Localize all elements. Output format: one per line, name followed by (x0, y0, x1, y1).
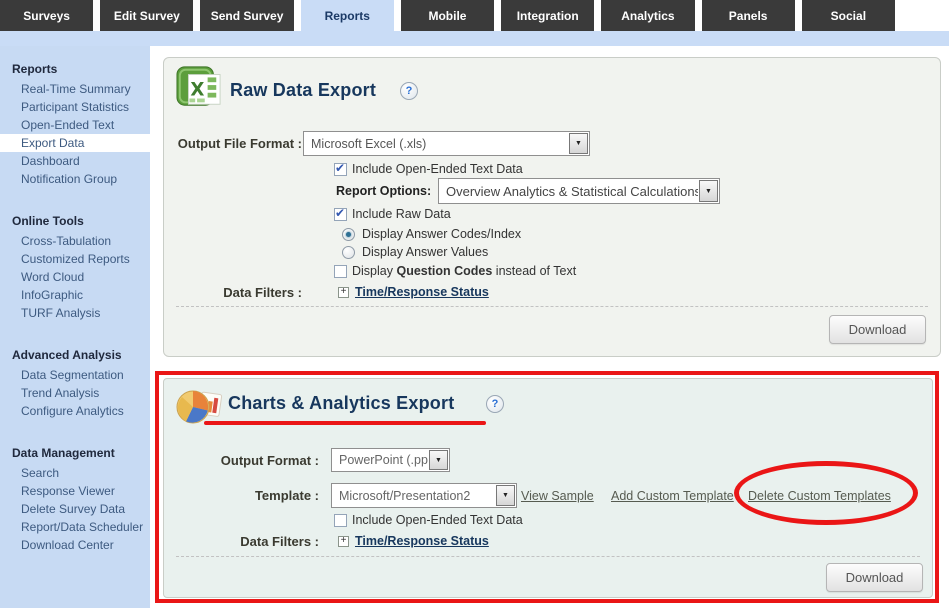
output-file-format-label: Output File Format : (174, 136, 302, 151)
sidebar-item-real-time-summary[interactable]: Real-Time Summary (0, 80, 150, 98)
help-icon[interactable]: ? (400, 82, 418, 100)
sidebar-item-turf-analysis[interactable]: TURF Analysis (0, 304, 150, 322)
download-button[interactable]: Download (826, 563, 923, 592)
answer-codes-label: Display Answer Codes/Index (362, 227, 521, 241)
time-response-status-link[interactable]: Time/Response Status (355, 285, 489, 299)
template-value: Microsoft/Presentation2 (332, 489, 495, 503)
separator (176, 306, 928, 307)
data-filters-label: Data Filters : (174, 285, 302, 300)
sidebar-item-participant-statistics[interactable]: Participant Statistics (0, 98, 150, 116)
sidebar-section-advanced-analysis: Advanced Analysis Data Segmentation Tren… (0, 346, 150, 420)
raw-data-export-panel: X Raw Data Export ? Output File Format :… (163, 57, 941, 357)
excel-icon: X (176, 64, 222, 110)
nav-active-strip (0, 31, 949, 46)
sidebar-item-trend-analysis[interactable]: Trend Analysis (0, 384, 150, 402)
expand-plus-icon[interactable]: + (338, 536, 349, 547)
include-raw-data-label: Include Raw Data (352, 207, 451, 221)
tab-mobile[interactable]: Mobile (401, 0, 494, 31)
sidebar-item-delete-survey-data[interactable]: Delete Survey Data (0, 500, 150, 518)
sidebar-item-dashboard[interactable]: Dashboard (0, 152, 150, 170)
sidebar-item-notification-group[interactable]: Notification Group (0, 170, 150, 188)
include-open-ended-checkbox[interactable] (334, 514, 347, 527)
include-open-ended-checkbox[interactable] (334, 163, 347, 176)
template-label: Template : (174, 488, 319, 503)
include-raw-data-checkbox[interactable] (334, 208, 347, 221)
answer-codes-radio[interactable] (342, 228, 355, 241)
data-filters-row: + Time/Response Status (338, 285, 489, 299)
include-open-ended-label: Include Open-Ended Text Data (352, 513, 523, 527)
tab-send-survey[interactable]: Send Survey (200, 0, 293, 31)
sidebar-item-open-ended-text[interactable]: Open-Ended Text (0, 116, 150, 134)
pie-chart-icon (174, 385, 224, 429)
panel-title: Raw Data Export (230, 80, 376, 101)
tab-panels[interactable]: Panels (702, 0, 795, 31)
output-file-format-dropdown[interactable]: Microsoft Excel (.xls) ▼ (303, 131, 590, 156)
output-format-value: PowerPoint (.pptx) (332, 453, 428, 467)
answer-values-radio[interactable] (342, 246, 355, 259)
panel-title: Charts & Analytics Export (228, 393, 454, 414)
output-format-label: Output Format : (174, 453, 319, 468)
question-codes-label: Display Question Codes instead of Text (352, 264, 576, 278)
chevron-down-icon[interactable]: ▼ (699, 180, 718, 202)
sidebar-item-search[interactable]: Search (0, 464, 150, 482)
include-raw-data-row: Include Raw Data (334, 207, 451, 221)
sidebar: Reports Real-Time Summary Participant St… (0, 46, 150, 608)
view-sample-link[interactable]: View Sample (521, 489, 594, 503)
tab-reports[interactable]: Reports (301, 0, 394, 31)
charts-analytics-export-panel: Charts & Analytics Export ? Output Forma… (163, 378, 933, 598)
question-codes-row: Display Question Codes instead of Text (334, 264, 576, 278)
answer-codes-row: Display Answer Codes/Index (342, 227, 521, 241)
sidebar-item-report-data-scheduler[interactable]: Report/Data Scheduler (0, 518, 150, 536)
sidebar-item-configure-analytics[interactable]: Configure Analytics (0, 402, 150, 420)
sidebar-header-advanced-analysis: Advanced Analysis (0, 346, 150, 366)
download-button[interactable]: Download (829, 315, 926, 344)
app-window: Surveys Edit Survey Send Survey Reports … (0, 0, 949, 608)
sidebar-item-cross-tabulation[interactable]: Cross-Tabulation (0, 232, 150, 250)
output-file-format-value: Microsoft Excel (.xls) (304, 137, 568, 151)
sidebar-header-reports: Reports (0, 60, 150, 80)
tab-surveys[interactable]: Surveys (0, 0, 93, 31)
report-options-label: Report Options: (336, 184, 431, 198)
sidebar-item-infographic[interactable]: InfoGraphic (0, 286, 150, 304)
chevron-down-icon[interactable]: ▼ (569, 133, 588, 154)
tab-integration[interactable]: Integration (501, 0, 594, 31)
sidebar-item-customized-reports[interactable]: Customized Reports (0, 250, 150, 268)
sidebar-header-data-management: Data Management (0, 444, 150, 464)
svg-text:X: X (190, 80, 204, 101)
output-format-dropdown[interactable]: PowerPoint (.pptx) ▼ (331, 448, 450, 472)
top-navigation: Surveys Edit Survey Send Survey Reports … (0, 0, 895, 31)
tab-social[interactable]: Social (802, 0, 895, 31)
sidebar-item-word-cloud[interactable]: Word Cloud (0, 268, 150, 286)
question-codes-checkbox[interactable] (334, 265, 347, 278)
include-open-ended-label: Include Open-Ended Text Data (352, 162, 523, 176)
tab-analytics[interactable]: Analytics (601, 0, 694, 31)
sidebar-section-reports: Reports Real-Time Summary Participant St… (0, 60, 150, 188)
delete-custom-templates-link[interactable]: Delete Custom Templates (748, 489, 891, 503)
add-custom-template-link[interactable]: Add Custom Template (611, 489, 734, 503)
sidebar-section-data-management: Data Management Search Response Viewer D… (0, 444, 150, 554)
sidebar-header-online-tools: Online Tools (0, 212, 150, 232)
include-open-ended-row: Include Open-Ended Text Data (334, 162, 523, 176)
data-filters-label: Data Filters : (174, 534, 319, 549)
sidebar-item-data-segmentation[interactable]: Data Segmentation (0, 366, 150, 384)
answer-values-row: Display Answer Values (342, 245, 488, 259)
separator (176, 556, 920, 557)
chevron-down-icon[interactable]: ▼ (429, 450, 448, 470)
answer-values-label: Display Answer Values (362, 245, 488, 259)
data-filters-row: + Time/Response Status (338, 534, 489, 548)
template-dropdown[interactable]: Microsoft/Presentation2 ▼ (331, 483, 517, 508)
time-response-status-link[interactable]: Time/Response Status (355, 534, 489, 548)
sidebar-item-download-center[interactable]: Download Center (0, 536, 150, 554)
report-options-value: Overview Analytics & Statistical Calcula… (439, 184, 698, 199)
report-options-dropdown[interactable]: Overview Analytics & Statistical Calcula… (438, 178, 720, 204)
tab-edit-survey[interactable]: Edit Survey (100, 0, 193, 31)
chevron-down-icon[interactable]: ▼ (496, 485, 515, 506)
expand-plus-icon[interactable]: + (338, 287, 349, 298)
sidebar-section-online-tools: Online Tools Cross-Tabulation Customized… (0, 212, 150, 322)
sidebar-item-response-viewer[interactable]: Response Viewer (0, 482, 150, 500)
sidebar-item-export-data[interactable]: Export Data (0, 134, 150, 152)
help-icon[interactable]: ? (486, 395, 504, 413)
include-open-ended-row: Include Open-Ended Text Data (334, 513, 523, 527)
